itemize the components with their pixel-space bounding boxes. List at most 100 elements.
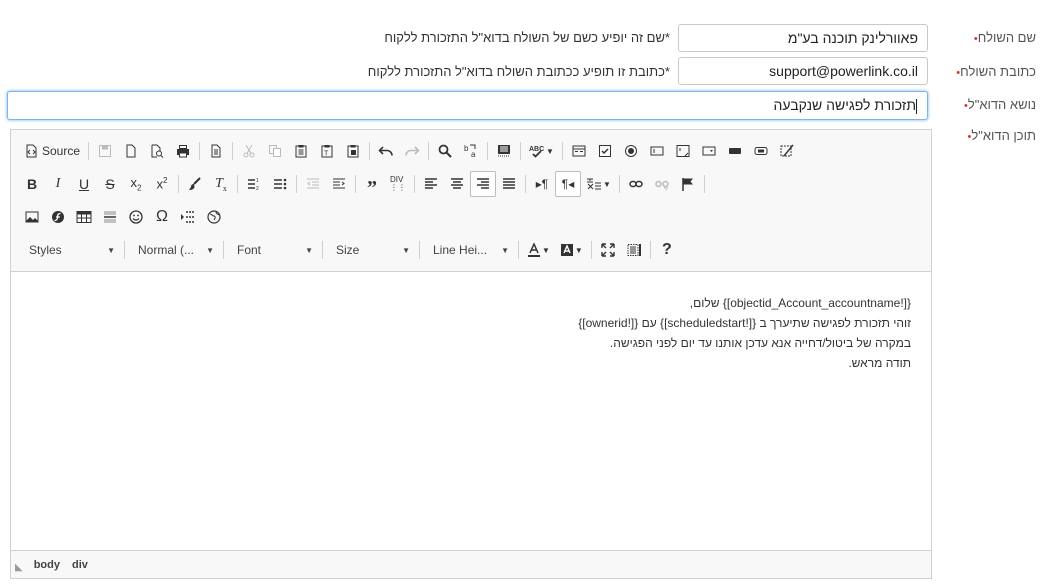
show-blocks-button[interactable] [621, 237, 647, 263]
bulleted-list-button[interactable] [267, 171, 293, 197]
template-icon [211, 144, 221, 158]
language-button[interactable]: ▼ [581, 171, 616, 197]
button-element-button[interactable] [722, 138, 748, 164]
cut-button[interactable] [236, 138, 262, 164]
omega-icon: Ω [156, 208, 168, 225]
special-char-button[interactable]: Ω [149, 204, 175, 230]
svg-text:a: a [471, 150, 476, 159]
hidden-field-button[interactable] [774, 138, 800, 164]
sender-address-input[interactable]: support@powerlink.co.il [678, 57, 928, 85]
scissors-icon [243, 144, 255, 158]
background-color-icon [560, 244, 573, 256]
undo-button[interactable] [373, 138, 399, 164]
element-path-div[interactable]: div [72, 559, 88, 571]
underline-button[interactable]: U [71, 171, 97, 197]
text-color-button[interactable]: ▼ [522, 237, 555, 263]
copy-button[interactable] [262, 138, 288, 164]
paste-word-button[interactable] [340, 138, 366, 164]
sender-name-input[interactable]: פאוורלינק תוכנה בע"מ [678, 24, 928, 52]
toolbar-separator [223, 241, 224, 259]
align-center-button[interactable] [444, 171, 470, 197]
chevron-down-icon: ▼ [542, 245, 550, 255]
format-dropdown[interactable]: Normal (... ▼ [128, 239, 220, 261]
rtl-icon: ¶◂ [561, 177, 575, 191]
paste-button[interactable] [288, 138, 314, 164]
maximize-button[interactable] [595, 237, 621, 263]
subscript-button[interactable]: x2 [123, 171, 149, 197]
background-color-button[interactable]: ▼ [555, 237, 588, 263]
textfield-button[interactable] [644, 138, 670, 164]
image-button-button[interactable] [748, 138, 774, 164]
image-button[interactable] [19, 204, 45, 230]
editor-statusbar: ◣ body div [11, 550, 931, 578]
bold-button[interactable]: B [19, 171, 45, 197]
copy-format-button[interactable] [182, 171, 208, 197]
anchor-button[interactable] [675, 171, 701, 197]
justify-button[interactable] [496, 171, 522, 197]
chevron-down-icon: ▼ [501, 245, 509, 255]
textarea-button[interactable] [670, 138, 696, 164]
table-button[interactable] [71, 204, 97, 230]
subject-value: תזכורת לפגישה שנקבעה [773, 97, 916, 113]
page-break-button[interactable] [175, 204, 201, 230]
checkbox-button[interactable] [592, 138, 618, 164]
print-button[interactable] [170, 138, 196, 164]
replace-button[interactable]: ba [458, 138, 484, 164]
remove-format-icon: Tx [215, 175, 227, 193]
select-all-button[interactable] [491, 138, 517, 164]
editor-toolbar: Source T ba ABC ▼ B I U S x2 x2 Tx 1 2 ”… [11, 130, 931, 272]
remove-format-button[interactable]: Tx [208, 171, 234, 197]
new-page-button[interactable] [118, 138, 144, 164]
toolbar-separator [355, 175, 356, 193]
resize-handle-icon[interactable]: ◣ [15, 562, 23, 573]
ltr-icon: ▸¶ [535, 177, 549, 191]
preview-button[interactable] [144, 138, 170, 164]
size-dropdown[interactable]: Size ▼ [326, 239, 416, 261]
paintbrush-icon [189, 177, 201, 190]
form-button[interactable] [566, 138, 592, 164]
text-direction-ltr-button[interactable]: ▸¶ [529, 171, 555, 197]
superscript-button[interactable]: x2 [149, 171, 175, 197]
div-container-button[interactable]: DIV ⋮⋮ [385, 171, 411, 197]
unlink-button[interactable] [649, 171, 675, 197]
toolbar-separator [124, 241, 125, 259]
increase-indent-button[interactable] [326, 171, 352, 197]
toolbar-row-3: Ω [19, 203, 227, 231]
redo-button[interactable] [399, 138, 425, 164]
element-path-body[interactable]: body [34, 559, 60, 571]
search-icon [438, 144, 452, 158]
save-button[interactable] [92, 138, 118, 164]
editor-content[interactable]: {[!objectid_Account_accountname]} שלום, … [11, 271, 931, 550]
line-height-dropdown[interactable]: Line Hei... ▼ [423, 239, 515, 261]
flash-button[interactable] [45, 204, 71, 230]
horizontal-line-button[interactable] [97, 204, 123, 230]
about-button[interactable]: ? [654, 237, 680, 263]
select-button[interactable] [696, 138, 722, 164]
spellcheck-button[interactable]: ABC ▼ [524, 138, 559, 164]
smiley-button[interactable] [123, 204, 149, 230]
svg-text:ABC: ABC [529, 146, 544, 153]
decrease-indent-button[interactable] [300, 171, 326, 197]
align-right-button[interactable] [470, 171, 496, 197]
source-label: Source [42, 144, 81, 158]
image-button-icon [754, 147, 768, 155]
subject-input[interactable]: תזכורת לפגישה שנקבעה [7, 91, 928, 120]
link-button[interactable] [623, 171, 649, 197]
find-button[interactable] [432, 138, 458, 164]
font-dropdown[interactable]: Font ▼ [227, 239, 319, 261]
radio-button[interactable] [618, 138, 644, 164]
styles-dropdown[interactable]: Styles ▼ [19, 239, 121, 261]
templates-button[interactable] [203, 138, 229, 164]
iframe-button[interactable] [201, 204, 227, 230]
strikethrough-button[interactable]: S [97, 171, 123, 197]
toolbar-separator [419, 241, 420, 259]
italic-button[interactable]: I [45, 171, 71, 197]
numbered-list-icon: 12 [248, 178, 259, 191]
chevron-down-icon: ▼ [107, 245, 115, 255]
numbered-list-button[interactable]: 12 [241, 171, 267, 197]
blockquote-button[interactable]: ” [359, 171, 385, 199]
source-button[interactable]: Source [19, 138, 85, 164]
text-direction-rtl-button[interactable]: ¶◂ [555, 171, 581, 197]
paste-text-button[interactable]: T [314, 138, 340, 164]
align-left-button[interactable] [418, 171, 444, 197]
